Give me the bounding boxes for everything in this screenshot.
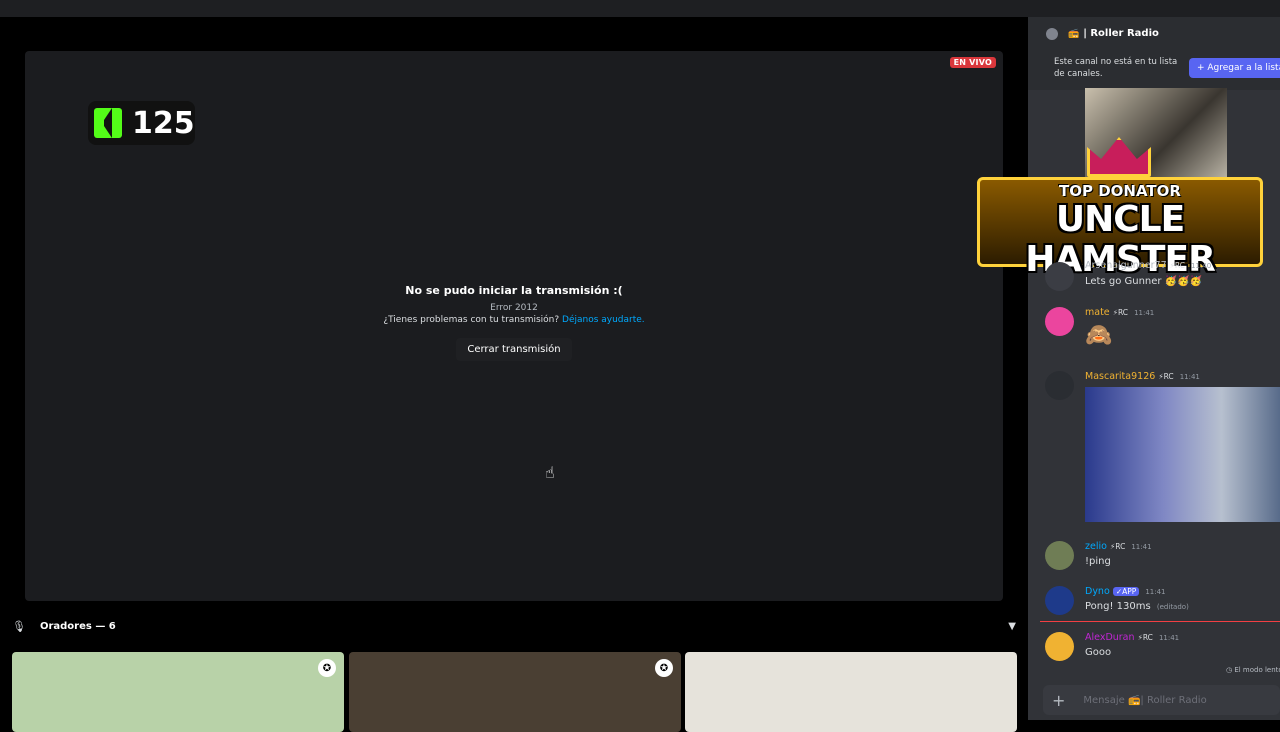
crown-icon (1087, 137, 1151, 177)
stream-error: No se pudo iniciar la transmisión :( Err… (25, 284, 1003, 361)
app-tag: ✓APP (1112, 587, 1140, 596)
role-tag: ⚡RC (1112, 308, 1129, 317)
moderator-badge-icon: ✪ (318, 659, 336, 677)
chat-header: 📻 | Roller Radio (1028, 17, 1280, 50)
top-donator-overlay: TOP DONATOR UNCLE HAMSTER (977, 137, 1263, 280)
role-tag: ⚡RC (1109, 542, 1126, 551)
slow-mode-indicator: ◷ El modo lento (1226, 666, 1280, 674)
message-text: Pong! 130ms (1085, 601, 1151, 612)
kick-count: 125 (132, 105, 195, 141)
avatar[interactable] (1045, 632, 1074, 661)
channel-title: | Roller Radio (1083, 28, 1159, 39)
error-code: Error 2012 (490, 303, 538, 313)
username[interactable]: AlexDuran (1085, 632, 1135, 643)
notice-text: Este canal no está en tu lista de canale… (1054, 57, 1178, 79)
timestamp: 11:41 (1134, 309, 1155, 317)
timestamp: 11:40 (1191, 262, 1212, 270)
message-text: Gooo (1085, 647, 1112, 658)
role-tag: ⚡RC (1169, 261, 1185, 270)
timestamp: 11:41 (1145, 588, 1166, 596)
chevron-down-icon[interactable]: ▼ (1008, 621, 1016, 632)
kick-viewer-counter: 125 (88, 101, 195, 145)
avatar[interactable] (1045, 371, 1074, 400)
speaker-tile[interactable]: ✪ (349, 652, 681, 732)
help-link[interactable]: Déjanos ayudarte. (562, 315, 645, 325)
moderator-badge-icon: ✪ (655, 659, 673, 677)
help-text: ¿Tienes problemas con tu transmisión? (383, 315, 560, 325)
donator-heading: TOP DONATOR (1059, 182, 1181, 200)
live-badge: EN VIVO (949, 57, 996, 68)
avatar[interactable] (1045, 541, 1074, 570)
new-messages-divider (1040, 621, 1280, 622)
message-input[interactable]: Mensaje 📻| Roller Radio (1083, 695, 1206, 706)
speaker-tile[interactable]: ✪ (12, 652, 344, 732)
role-tag: ⚡RC (1137, 633, 1153, 642)
username[interactable]: zelio (1085, 541, 1107, 552)
microphone-icon: 🎙 (12, 619, 26, 633)
message-text: !ping (1085, 556, 1111, 567)
avatar[interactable] (1045, 586, 1074, 615)
message-text: 🙈 (1085, 323, 1113, 348)
plus-icon[interactable]: + (1052, 691, 1065, 710)
username[interactable]: Mascarita9126 (1085, 371, 1155, 382)
close-stream-button[interactable]: Cerrar transmisión (456, 338, 572, 361)
message-text: Lets go Gunner 🥳🥳🥳 (1085, 276, 1203, 287)
username[interactable]: Arsenalgunner77 (1085, 260, 1167, 271)
timestamp: 11:41 (1158, 634, 1180, 642)
username[interactable]: Dyno (1085, 586, 1110, 597)
error-help: ¿Tienes problemas con tu transmisión? Dé… (25, 315, 1003, 325)
thread-icon (1046, 27, 1058, 40)
error-title: No se pudo iniciar la transmisión :( (405, 284, 623, 297)
hand-cursor-icon: ☝ (545, 463, 555, 482)
speaker-tile[interactable] (685, 652, 1017, 732)
add-to-list-button[interactable]: + Agregar a la lista (1189, 58, 1280, 78)
edited-label: (editado) (1156, 603, 1189, 611)
timestamp: 11:41 (1179, 373, 1200, 381)
avatar[interactable] (1045, 262, 1074, 291)
timestamp: 11:41 (1131, 543, 1152, 551)
username[interactable]: mate (1085, 307, 1110, 318)
message-composer[interactable]: + Mensaje 📻| Roller Radio (1043, 685, 1280, 715)
slow-mode-label: El modo lento (1234, 666, 1280, 674)
speakers-label: Oradores — 6 (39, 620, 116, 632)
speakers-bar[interactable]: 🎙 Oradores — 6 ▼ (0, 616, 1028, 636)
radio-icon: 📻 (1068, 28, 1080, 39)
kick-logo-icon (94, 108, 122, 138)
donator-banner: TOP DONATOR UNCLE HAMSTER (977, 177, 1263, 280)
chat-gif-attachment[interactable] (1085, 387, 1280, 522)
avatar[interactable] (1045, 307, 1074, 336)
top-bar (0, 0, 1280, 17)
role-tag: ⚡RC (1158, 372, 1174, 381)
